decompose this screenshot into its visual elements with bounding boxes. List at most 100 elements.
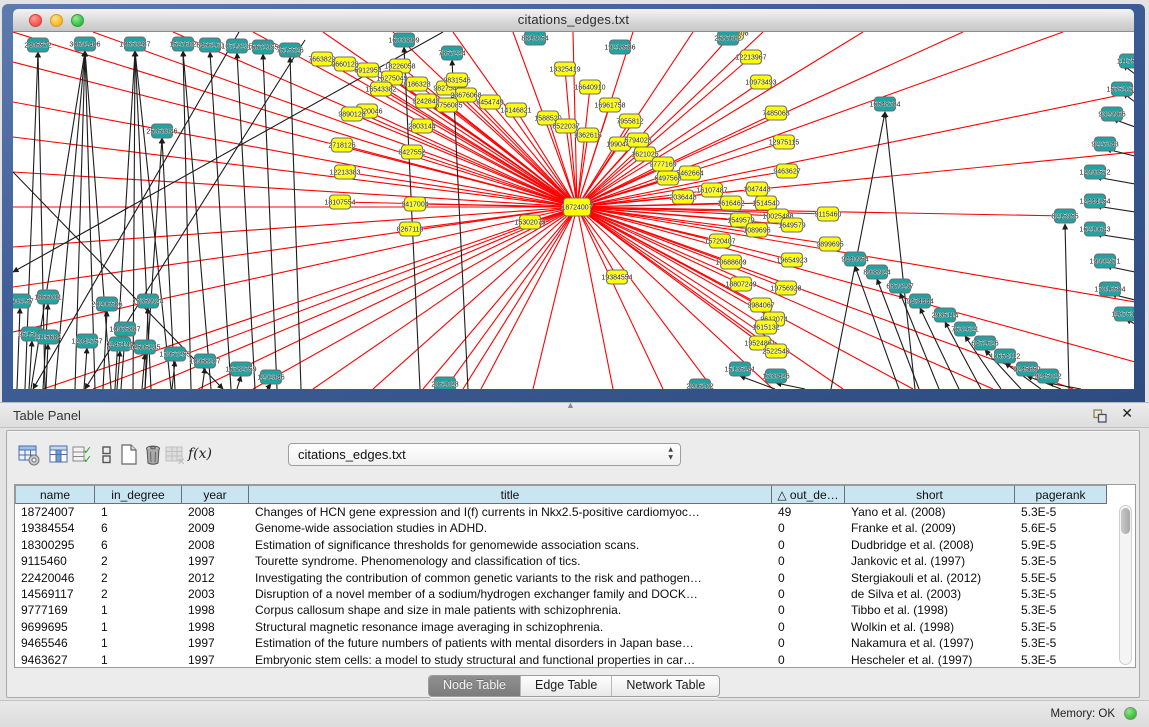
table-row[interactable]: 1872400712008Changes of HCN gene express… — [15, 504, 1135, 520]
tab-network-table[interactable]: Network Table — [612, 676, 719, 696]
tab-edge-table[interactable]: Edge Table — [521, 676, 612, 696]
column-header-short[interactable]: short — [845, 485, 1015, 504]
table-cell[interactable]: 5.5E-5 — [1015, 570, 1107, 586]
window-titlebar[interactable]: citations_edges.txt — [13, 9, 1134, 32]
table-cell[interactable]: Embryonic stem cells: a model to study s… — [249, 652, 772, 668]
table-cell[interactable]: 0 — [772, 586, 845, 602]
table-cell[interactable]: 9777169 — [15, 602, 95, 618]
table-cell[interactable]: 0 — [772, 570, 845, 586]
table-cell[interactable]: 1 — [95, 619, 182, 635]
table-row[interactable]: 946554611997Estimation of the future num… — [15, 635, 1135, 651]
close-panel-icon[interactable]: ✕ — [1121, 406, 1133, 422]
table-cell[interactable]: 1 — [95, 652, 182, 668]
import-table-icon[interactable]: ✓ ✓ — [71, 443, 95, 467]
table-cell[interactable]: 0 — [772, 619, 845, 635]
table-cell[interactable]: 49 — [772, 504, 845, 520]
table-cell[interactable]: 5.3E-5 — [1015, 504, 1107, 520]
table-cell[interactable]: Franke et al. (2009) — [845, 520, 1015, 536]
table-cell[interactable]: Changes of HCN gene expression and I(f) … — [249, 504, 772, 520]
tab-node-table[interactable]: Node Table — [429, 676, 521, 696]
table-cell[interactable]: 6 — [95, 537, 182, 553]
table-cell[interactable]: Estimation of significance thresholds fo… — [249, 537, 772, 553]
table-cell[interactable]: 2008 — [182, 504, 249, 520]
table-cell[interactable]: 2009 — [182, 520, 249, 536]
table-cell[interactable]: Jankovic et al. (1997) — [845, 553, 1015, 569]
network-graph-canvas[interactable]: 7663822966012859129541822605816275049165… — [13, 32, 1134, 389]
table-cell[interactable]: Structural magnetic resonance image aver… — [249, 619, 772, 635]
table-cell[interactable]: 18724007 — [15, 504, 95, 520]
table-cell[interactable]: de Silva et al. (2003) — [845, 586, 1015, 602]
table-cell[interactable]: 1998 — [182, 602, 249, 618]
table-cell[interactable]: Wolkin et al. (1998) — [845, 619, 1015, 635]
table-cell[interactable]: 1998 — [182, 619, 249, 635]
select-columns-icon[interactable] — [47, 443, 71, 467]
table-cell[interactable]: 2 — [95, 553, 182, 569]
table-row[interactable]: 977716911998Corpus callosum shape and si… — [15, 602, 1135, 618]
column-header-title[interactable]: title — [249, 485, 772, 504]
table-cell[interactable]: 5.3E-5 — [1015, 602, 1107, 618]
table-cell[interactable]: 0 — [772, 635, 845, 651]
table-cell[interactable]: Corpus callosum shape and size in male p… — [249, 602, 772, 618]
combo-stepper-arrows[interactable]: ▲▼ — [668, 446, 673, 462]
table-cell[interactable]: Nakamura et al. (1997) — [845, 635, 1015, 651]
table-cell[interactable]: 9699695 — [15, 619, 95, 635]
table-cell[interactable]: Tourette syndrome. Phenomenology and cla… — [249, 553, 772, 569]
table-cell[interactable]: Investigating the contribution of common… — [249, 570, 772, 586]
table-row[interactable]: 1830029562008Estimation of significance … — [15, 537, 1135, 553]
table-cell[interactable]: Dudbridge et al. (2008) — [845, 537, 1015, 553]
table-cell[interactable]: 6 — [95, 520, 182, 536]
table-cell[interactable]: 5.3E-5 — [1015, 586, 1107, 602]
table-cell[interactable]: 0 — [772, 520, 845, 536]
table-cell[interactable]: 2012 — [182, 570, 249, 586]
table-cell[interactable]: 5.3E-5 — [1015, 553, 1107, 569]
column-header-pagerank[interactable]: pagerank — [1015, 485, 1107, 504]
table-cell[interactable]: 9115460 — [15, 553, 95, 569]
table-cell[interactable]: Disruption of a novel member of a sodium… — [249, 586, 772, 602]
table-row[interactable]: 911546021997Tourette syndrome. Phenomeno… — [15, 553, 1135, 569]
table-cell[interactable]: 0 — [772, 553, 845, 569]
float-panel-icon[interactable] — [1093, 409, 1107, 423]
memory-status-indicator[interactable] — [1124, 707, 1137, 720]
scrollbar-thumb[interactable] — [1121, 508, 1130, 534]
column-header-in_degree[interactable]: in_degree — [95, 485, 182, 504]
delete-trash-icon[interactable] — [141, 443, 165, 467]
table-cell[interactable]: 0 — [772, 652, 845, 668]
table-row[interactable]: 1938455462009Genome-wide association stu… — [15, 520, 1135, 536]
table-cell[interactable]: Stergiakouli et al. (2012) — [845, 570, 1015, 586]
table-cell[interactable]: Yano et al. (2008) — [845, 504, 1015, 520]
column-header-name[interactable]: name — [15, 485, 95, 504]
table-cell[interactable]: 2 — [95, 586, 182, 602]
table-cell[interactable]: 9463627 — [15, 652, 95, 668]
table-cell[interactable]: 1 — [95, 635, 182, 651]
table-cell[interactable]: Estimation of the future numbers of pati… — [249, 635, 772, 651]
table-cell[interactable]: 22420046 — [15, 570, 95, 586]
table-cell[interactable]: 5.9E-5 — [1015, 537, 1107, 553]
table-settings-icon[interactable] — [17, 443, 41, 467]
table-cell[interactable]: 5.3E-5 — [1015, 619, 1107, 635]
new-table-icon[interactable] — [117, 443, 141, 467]
table-cell[interactable]: Genome-wide association studies in ADHD. — [249, 520, 772, 536]
table-cell[interactable]: 1997 — [182, 635, 249, 651]
table-cell[interactable]: 1 — [95, 504, 182, 520]
table-cell[interactable]: 19384554 — [15, 520, 95, 536]
citation-network-graph[interactable]: 7663822966012859129541822605816275049165… — [13, 32, 1134, 389]
table-cell[interactable]: 14569117 — [15, 586, 95, 602]
split-pane-handle[interactable]: ▲ — [566, 400, 575, 410]
table-row[interactable]: 2242004622012Investigating the contribut… — [15, 570, 1135, 586]
function-builder-icon[interactable]: f(x) — [188, 446, 212, 462]
table-row[interactable]: 946362711997Embryonic stem cells: a mode… — [15, 652, 1135, 668]
table-cell[interactable]: 0 — [772, 602, 845, 618]
table-cell[interactable]: 1 — [95, 602, 182, 618]
table-cell[interactable]: 2 — [95, 570, 182, 586]
table-cell[interactable]: 5.3E-5 — [1015, 635, 1107, 651]
table-cell[interactable]: 5.6E-5 — [1015, 520, 1107, 536]
column-header-out_de[interactable]: △ out_de… — [772, 485, 845, 504]
table-cell[interactable]: 9465546 — [15, 635, 95, 651]
table-vertical-scrollbar[interactable] — [1119, 505, 1132, 665]
row-options-icon[interactable] — [95, 443, 119, 467]
table-cell[interactable]: Hescheler et al. (1997) — [845, 652, 1015, 668]
table-cell[interactable]: 0 — [772, 537, 845, 553]
column-header-year[interactable]: year — [182, 485, 249, 504]
table-row[interactable]: 969969511998Structural magnetic resonanc… — [15, 619, 1135, 635]
table-cell[interactable]: 2003 — [182, 586, 249, 602]
